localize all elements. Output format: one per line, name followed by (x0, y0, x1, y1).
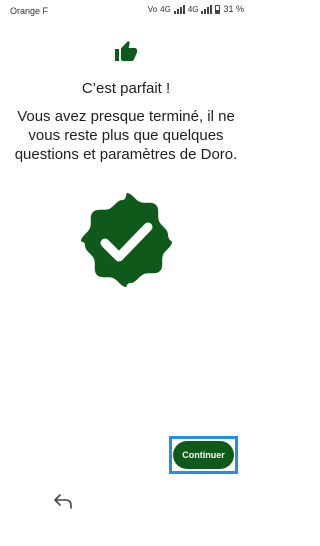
description-line: Vous avez presque terminé, il ne (17, 108, 235, 125)
volte-indicator: Vo (147, 4, 158, 14)
battery-percent: 31 % (223, 4, 244, 14)
network-type-1: 4G (160, 4, 171, 14)
continue-button[interactable]: Continuer (173, 441, 234, 469)
description-line: vous reste plus que quelques (28, 127, 224, 144)
status-bar: Orange F Vo 4G 4G 31 % (0, 0, 252, 22)
thumbs-up-icon (114, 40, 138, 64)
description-line: questions et paramètres de Doro. (14, 146, 238, 163)
network-type-2: 4G (187, 4, 199, 14)
page-title: C’est parfait ! (81, 80, 171, 97)
back-arrow-icon[interactable] (52, 491, 74, 511)
battery-icon (215, 4, 221, 14)
carrier-name: Orange F (10, 6, 49, 16)
status-icons: Vo 4G 4G 31 % (148, 4, 244, 14)
signal-icon-2 (201, 4, 213, 14)
signal-icon (173, 4, 185, 14)
description-text: Vous avez presque terminé, il ne vous re… (10, 107, 242, 164)
checkmark-badge-icon (75, 190, 178, 293)
